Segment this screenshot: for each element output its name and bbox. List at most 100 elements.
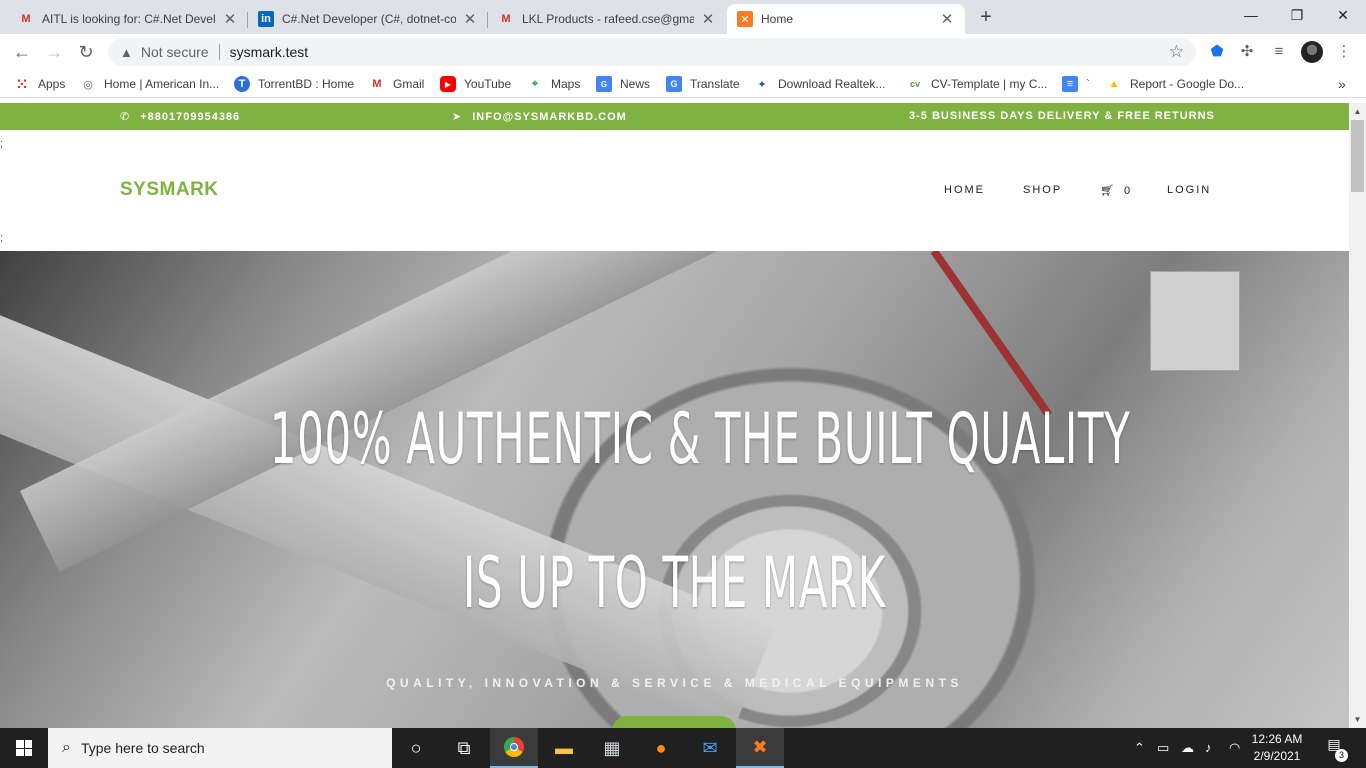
bookmark-apps[interactable]: ⁙ Apps — [14, 75, 65, 93]
bookmark-item[interactable]: ≡ ` — [1062, 75, 1090, 93]
close-tab-icon[interactable]: ✕ — [222, 10, 238, 28]
bookmark-label: Apps — [38, 77, 66, 91]
nav-shop[interactable]: SHOP — [1023, 184, 1062, 196]
system-clock[interactable]: 12:26 AM 2/9/2021 — [1246, 731, 1308, 765]
paper-plane-icon: ➤ — [452, 111, 463, 123]
bookmark-label: Report - Google Do... — [1130, 77, 1245, 91]
torrentbd-icon: T — [234, 76, 250, 92]
browser-toolbar: ← → ↻ ▲ Not secure sysmark.test ☆ ⬟ ✣ ≡ … — [0, 34, 1366, 70]
email-contact[interactable]: ➤ INFO@SYSMARKBD.COM — [452, 110, 627, 124]
realtek-icon: ✦ — [757, 78, 767, 91]
start-button[interactable] — [0, 728, 48, 768]
bookmark-item[interactable]: ◎ Home | American In... — [80, 75, 219, 93]
store-icon[interactable]: ▦ — [588, 728, 636, 768]
windows-logo-icon — [16, 740, 32, 756]
bookmark-item[interactable]: M Gmail — [369, 75, 424, 93]
restore-button[interactable]: ❐ — [1274, 0, 1320, 30]
bookmarks-overflow-button[interactable]: » — [1338, 75, 1346, 93]
bookmark-label: Maps — [551, 77, 581, 91]
file-explorer-icon[interactable]: ▬ — [540, 728, 588, 768]
nav-home[interactable]: HOME — [944, 184, 985, 196]
wifi-icon[interactable]: ◠ — [1229, 740, 1240, 756]
xampp-icon[interactable]: ✖ — [736, 728, 784, 768]
page-scrollbar[interactable]: ▲ ▼ — [1349, 103, 1366, 728]
shipping-text: 3-5 BUSINESS DAYS DELIVERY & FREE RETURN… — [909, 110, 1215, 122]
bookmark-item[interactable]: ⌖ Maps — [527, 75, 580, 93]
scrollbar-thumb[interactable] — [1351, 120, 1364, 192]
onedrive-cloud-icon[interactable]: ☁ — [1181, 740, 1194, 756]
phone-contact[interactable]: ✆ +8801709954386 — [120, 110, 240, 124]
warning-icon[interactable]: ▲ — [120, 45, 133, 60]
bookmark-item[interactable]: G Translate — [666, 75, 740, 93]
security-status[interactable]: Not secure — [141, 44, 209, 60]
bookmark-label: News — [620, 77, 651, 91]
close-window-button[interactable]: ✕ — [1320, 0, 1366, 30]
bookmark-item[interactable]: ▲ Report - Google Do... — [1106, 75, 1245, 93]
apps-grid-icon: ⁙ — [16, 75, 28, 92]
scroll-down-icon[interactable]: ▼ — [1349, 711, 1366, 728]
url-text[interactable]: sysmark.test — [230, 44, 309, 60]
shipping-notice: 3-5 BUSINESS DAYS DELIVERY & FREE RETURN… — [909, 110, 1215, 122]
browser-tab[interactable]: M LKL Products - rafeed.cse@gmail ✕ — [488, 4, 726, 34]
windows-taskbar: ⌕ Type here to search ○ ⧉ ▬ ▦ ● ✉ ✖ ⌃ ▭ … — [0, 728, 1366, 768]
taskbar-search[interactable]: ⌕ Type here to search — [48, 728, 392, 768]
forward-arrow-icon[interactable]: → — [42, 40, 66, 64]
bookmark-label: Download Realtek... — [778, 77, 886, 91]
chrome-icon[interactable] — [490, 728, 538, 768]
bookmark-item[interactable]: G News — [596, 75, 650, 93]
browser-tab[interactable]: in C#.Net Developer (C#, dotnet-co ✕ — [248, 4, 488, 34]
maps-icon: ⌖ — [531, 77, 539, 90]
hero-title-line1: 100% AUTHENTIC & THE BUILT QUALITY — [269, 398, 1131, 480]
bookmark-item[interactable]: ▶ YouTube — [440, 75, 511, 93]
notification-center-icon[interactable]: ▤ 3 — [1322, 736, 1348, 762]
hero-cta-button[interactable] — [612, 716, 736, 728]
media-queue-icon[interactable]: ≡ — [1269, 42, 1289, 62]
cv-icon: cv — [909, 79, 920, 89]
browser-tab-strip: M AITL is looking for: C#.Net Develo ✕ i… — [0, 0, 1366, 34]
divider — [218, 44, 220, 60]
browser-tab-active[interactable]: ✕ Home ✕ — [727, 4, 965, 34]
close-tab-icon[interactable]: ✕ — [462, 10, 478, 28]
tab-title: C#.Net Developer (C#, dotnet-co — [282, 12, 456, 26]
docs-icon: ≡ — [1062, 76, 1078, 92]
bookmark-item[interactable]: ✦ Download Realtek... — [754, 75, 885, 93]
mail-icon[interactable]: ✉ — [686, 728, 734, 768]
battery-icon[interactable]: ▭ — [1157, 740, 1169, 756]
tray-chevron-icon[interactable]: ⌃ — [1134, 740, 1145, 756]
new-tab-button[interactable]: + — [973, 6, 999, 30]
tab-title: Home — [761, 12, 794, 26]
hero-overlay — [0, 251, 1349, 728]
extensions-puzzle-icon[interactable]: ✣ — [1237, 42, 1257, 62]
close-tab-icon[interactable]: ✕ — [700, 10, 716, 28]
bookmark-item[interactable]: T TorrentBD : Home — [234, 75, 354, 93]
phone-icon: ✆ — [120, 111, 131, 123]
address-bar[interactable]: ▲ Not secure sysmark.test ☆ — [108, 38, 1196, 66]
hero-title-line2: IS UP TO THE MARK — [463, 542, 886, 624]
scroll-up-icon[interactable]: ▲ — [1349, 103, 1366, 120]
gmail-icon: M — [501, 13, 511, 25]
bookmark-item[interactable]: cv CV-Template | my C... — [907, 75, 1048, 93]
profile-avatar[interactable] — [1301, 41, 1323, 63]
clock-date: 2/9/2021 — [1253, 749, 1301, 763]
page-viewport: ✆ +8801709954386 ➤ INFO@SYSMARKBD.COM 3-… — [0, 103, 1349, 728]
close-tab-icon[interactable]: ✕ — [939, 10, 955, 28]
firefox-icon[interactable]: ● — [637, 728, 685, 768]
site-header: SYSMARK HOME SHOP 🛒︎ 0 LOGIN — [0, 130, 1349, 250]
reload-icon[interactable]: ↻ — [74, 40, 98, 64]
task-view-icon[interactable]: ⧉ — [440, 728, 488, 768]
nav-cart[interactable]: 🛒︎ 0 — [1100, 184, 1133, 198]
cart-count: 0 — [1123, 184, 1133, 197]
extension-shield-icon[interactable]: ⬟ — [1207, 42, 1227, 62]
bookmark-label: Gmail — [393, 77, 425, 91]
cortana-icon[interactable]: ○ — [392, 728, 440, 768]
minimize-button[interactable]: — — [1228, 0, 1274, 30]
volume-icon[interactable]: ♪ — [1205, 740, 1212, 755]
nav-login[interactable]: LOGIN — [1167, 184, 1211, 196]
search-placeholder: Type here to search — [80, 740, 205, 756]
site-logo[interactable]: SYSMARK — [120, 179, 219, 201]
bookmark-star-icon[interactable]: ☆ — [1169, 42, 1184, 62]
browser-tab[interactable]: M AITL is looking for: C#.Net Develo ✕ — [8, 4, 248, 34]
back-arrow-icon[interactable]: ← — [10, 40, 34, 64]
menu-kebab-icon[interactable]: ⋮ — [1334, 42, 1354, 62]
news-icon: G — [596, 76, 612, 92]
